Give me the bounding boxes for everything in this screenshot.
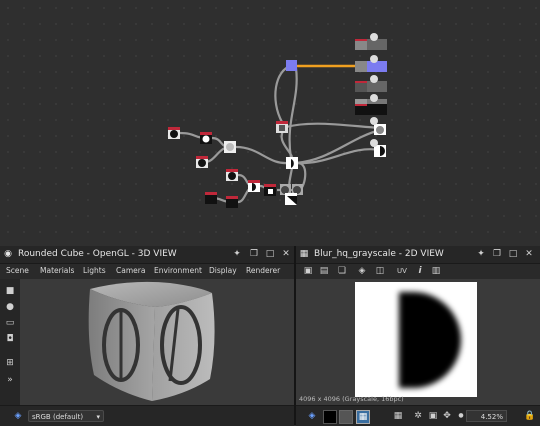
3d-viewport[interactable] <box>20 279 294 405</box>
graph-canvas[interactable] <box>0 0 540 246</box>
graph-node[interactable] <box>264 184 276 196</box>
checker-icon: ▦ <box>299 249 309 259</box>
layers-icon[interactable]: ◈ <box>12 410 24 422</box>
3d-view-panel: ◉ Rounded Cube - OpenGL - 3D VIEW ✦ ❐ □ … <box>0 246 294 426</box>
blue-node[interactable] <box>286 60 297 71</box>
panel-title: Rounded Cube - OpenGL - 3D VIEW <box>18 249 177 259</box>
camera-icon[interactable]: ■ <box>3 285 17 297</box>
texture-preview <box>355 282 477 397</box>
graph-node[interactable] <box>248 180 260 192</box>
blur-shape <box>399 292 461 388</box>
output-node[interactable] <box>355 55 387 72</box>
texture-info: 4096 x 4096 (Grayscale, 16bpc) <box>299 395 404 403</box>
menu-camera[interactable]: Camera <box>116 266 145 275</box>
histogram-icon[interactable]: ▥ <box>430 265 442 277</box>
graph-node[interactable] <box>196 156 208 168</box>
channels-icon[interactable]: ◫ <box>374 265 386 277</box>
float-icon[interactable]: ❐ <box>249 249 259 259</box>
move-icon[interactable]: ✥ <box>441 410 453 422</box>
layers-icon[interactable]: ◈ <box>356 265 368 277</box>
grid-icon[interactable]: ▦ <box>392 410 404 422</box>
colorspace-value: sRGB (default) <box>32 413 84 421</box>
close-icon[interactable]: ✕ <box>524 249 534 259</box>
output-node[interactable] <box>355 33 387 50</box>
tile-icon[interactable]: ✲ <box>412 410 424 422</box>
2d-viewport[interactable]: 4096 x 4096 (Grayscale, 16bpc) <box>296 279 540 405</box>
graph-node[interactable] <box>168 127 180 139</box>
fit-icon[interactable]: ▣ <box>427 410 439 422</box>
maximize-icon[interactable]: □ <box>508 249 518 259</box>
panel-title: Blur_hq_grayscale - 2D VIEW <box>314 249 444 259</box>
copy-icon[interactable]: ❏ <box>336 265 348 277</box>
3d-view-toolbar: ■ ● ▭ ◘ ⊞ » <box>0 279 20 405</box>
zoom-input[interactable]: 4.52% <box>466 410 507 422</box>
lock-icon[interactable]: 🔒 <box>524 410 536 422</box>
menu-display[interactable]: Display <box>209 266 237 275</box>
graph-node[interactable] <box>286 157 298 169</box>
output-node[interactable] <box>355 104 387 115</box>
expand-icon[interactable]: » <box>3 374 17 386</box>
chevron-down-icon: ▾ <box>96 413 100 421</box>
graph-node[interactable] <box>285 193 297 205</box>
graph-node[interactable] <box>224 141 236 153</box>
menu-scene[interactable]: Scene <box>6 266 29 275</box>
checker-bg-swatch[interactable]: ▦ <box>356 410 370 424</box>
float-icon[interactable]: ❐ <box>492 249 502 259</box>
graph-node[interactable] <box>205 192 217 204</box>
output-node[interactable] <box>370 139 386 157</box>
colorspace-select[interactable]: sRGB (default) ▾ <box>28 410 104 422</box>
maximize-icon[interactable]: □ <box>265 249 275 259</box>
axis-icon[interactable]: ⊞ <box>3 357 17 369</box>
layers-icon[interactable]: ◈ <box>306 410 318 422</box>
menu-renderer[interactable]: Renderer <box>246 266 280 275</box>
rounded-cube-render <box>88 281 215 401</box>
2d-view-statusbar: ◈ ▦ ▦ ✲ ▣ ✥ ● 4.52% 🔒 <box>296 405 540 426</box>
3d-view-menubar: Scene Materials Lights Camera Environmen… <box>0 264 294 279</box>
uv-dropdown[interactable]: UV <box>392 265 412 277</box>
pin-icon[interactable]: ✦ <box>232 249 242 259</box>
2d-view-toolbar: ▣ ▤ ❏ ◈ ◫ UV i ▥ <box>296 264 540 279</box>
graph-node[interactable] <box>226 196 238 208</box>
panel-icon: ◉ <box>4 249 12 259</box>
gray-bg-swatch[interactable] <box>339 410 353 424</box>
node-graph[interactable] <box>0 0 540 246</box>
image-icon[interactable]: ▣ <box>302 265 314 277</box>
2d-view-titlebar: ▦ Blur_hq_grayscale - 2D VIEW ✦ ❐ □ ✕ <box>296 246 540 264</box>
menu-lights[interactable]: Lights <box>83 266 106 275</box>
close-icon[interactable]: ✕ <box>281 249 291 259</box>
graph-node[interactable] <box>276 121 288 133</box>
render-icon[interactable]: ◘ <box>3 333 17 345</box>
save-icon[interactable]: ▤ <box>318 265 330 277</box>
menu-environment[interactable]: Environment <box>154 266 202 275</box>
output-node[interactable] <box>355 75 387 92</box>
graph-node[interactable] <box>226 169 238 181</box>
black-bg-swatch[interactable] <box>323 410 337 424</box>
graph-node[interactable] <box>200 132 212 144</box>
environment-icon[interactable]: ▭ <box>3 317 17 329</box>
3d-view-statusbar: ◈ sRGB (default) ▾ <box>0 405 294 426</box>
menu-materials[interactable]: Materials <box>40 266 74 275</box>
3d-view-titlebar: ◉ Rounded Cube - OpenGL - 3D VIEW ✦ ❐ □ … <box>0 246 294 264</box>
info-icon[interactable]: i <box>414 265 426 277</box>
pin-icon[interactable]: ✦ <box>476 249 486 259</box>
2d-view-panel: ▦ Blur_hq_grayscale - 2D VIEW ✦ ❐ □ ✕ ▣ … <box>296 246 540 426</box>
light-icon[interactable]: ● <box>3 301 17 313</box>
